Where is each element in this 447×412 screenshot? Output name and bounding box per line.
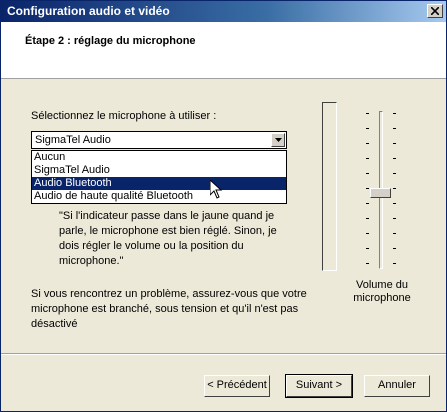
close-icon — [431, 7, 439, 15]
option-audio-bluetooth[interactable]: Audio Bluetooth — [32, 177, 286, 190]
slider-tick — [393, 218, 396, 219]
slider-tick — [366, 248, 369, 249]
volume-label-line2: microphone — [353, 292, 411, 304]
close-button[interactable] — [427, 4, 443, 18]
back-button[interactable]: < Précédent — [204, 375, 270, 397]
dialog-window: Configuration audio et vidéo Étape 2 : r… — [0, 0, 447, 412]
slider-tick — [366, 203, 369, 204]
hint-text: "Si l'indicateur passe dans le jaune qua… — [59, 210, 277, 267]
mouse-pointer-icon — [210, 180, 222, 199]
microphone-prompt: Sélectionnez le microphone à utiliser : — [31, 110, 217, 122]
slider-tick — [366, 233, 369, 234]
slider-tick — [393, 128, 396, 129]
title-bar[interactable]: Configuration audio et vidéo — [1, 1, 446, 22]
dropdown-button[interactable] — [271, 133, 285, 147]
slider-tick — [366, 188, 369, 189]
slider-tick — [366, 113, 369, 114]
slider-tick — [393, 203, 396, 204]
slider-tick — [366, 143, 369, 144]
microphone-select-value: SigmaTel Audio — [35, 134, 111, 146]
volume-slider[interactable] — [363, 109, 399, 271]
microphone-select[interactable]: SigmaTel Audio — [31, 131, 287, 149]
level-meter — [322, 102, 337, 271]
slider-thumb[interactable] — [370, 188, 391, 198]
slider-tick — [393, 263, 396, 264]
slider-tick — [393, 248, 396, 249]
slider-tick — [393, 233, 396, 234]
slider-tick — [393, 143, 396, 144]
step-title: Étape 2 : réglage du microphone — [25, 35, 196, 47]
header-panel: Étape 2 : réglage du microphone — [1, 22, 446, 79]
slider-tick — [366, 128, 369, 129]
slider-tick — [393, 188, 396, 189]
chevron-down-icon — [275, 138, 282, 142]
slider-tick — [366, 218, 369, 219]
slider-tick — [393, 158, 396, 159]
option-audio-haute-qualite-bluetooth[interactable]: Audio de haute qualité Bluetooth — [32, 190, 286, 203]
slider-tick — [366, 158, 369, 159]
slider-tick — [393, 173, 396, 174]
troubleshoot-note: Si vous rencontrez un problème, assurez-… — [31, 288, 307, 330]
microphone-options-list[interactable]: Aucun SigmaTel Audio Audio Bluetooth Aud… — [31, 150, 287, 204]
volume-label-line1: Volume du — [356, 279, 408, 291]
footer-separator — [1, 353, 446, 355]
next-button[interactable]: Suivant > — [285, 374, 353, 398]
option-aucun[interactable]: Aucun — [32, 151, 286, 164]
slider-tick — [366, 263, 369, 264]
slider-tick — [393, 113, 396, 114]
cancel-button[interactable]: Annuler — [364, 375, 430, 397]
volume-label: Volume du microphone — [347, 279, 417, 305]
slider-tick — [366, 173, 369, 174]
window-title: Configuration audio et vidéo — [7, 4, 170, 18]
option-sigmatel-audio[interactable]: SigmaTel Audio — [32, 164, 286, 177]
